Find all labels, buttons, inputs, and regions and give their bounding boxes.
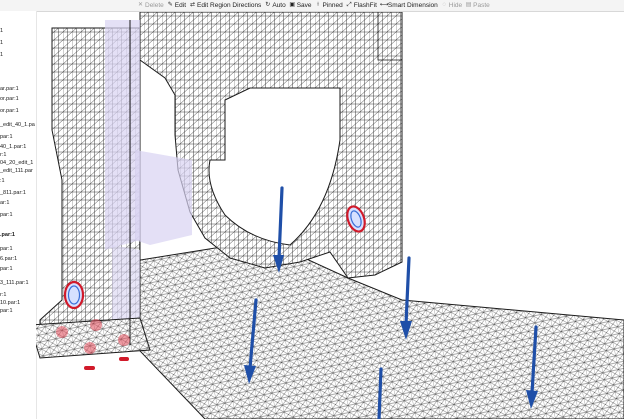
feature-tree-item[interactable]: .par:1 — [0, 232, 16, 239]
feature-tree-item[interactable]: r:1 — [0, 292, 8, 299]
feature-tree-item[interactable]: 1 — [0, 40, 5, 47]
toolbar-button-label: Paste — [473, 2, 490, 9]
back-wall-mesh — [139, 12, 403, 279]
feature-tree-item[interactable]: ar:1 — [0, 200, 11, 207]
delete-icon: ✕ — [137, 2, 144, 8]
feature-tree-item[interactable]: 1 — [0, 52, 5, 59]
feature-tree-item[interactable]: _edit_111.par — [0, 168, 34, 175]
pin-icon: ⍿ — [317, 2, 319, 8]
feature-tree-item[interactable]: par:1 — [0, 212, 14, 219]
edit-icon: ✎ — [167, 2, 173, 8]
feature-tree-item[interactable]: 40_1.par:1 — [0, 144, 28, 151]
toolbar-button-group: ✕ Delete ✎ Edit ⇄ Edit Region Directions ↻ Auto… — [137, 0, 493, 11]
toolbar-button-label: Save — [296, 2, 312, 9]
toolbar-button-label: Smart Dimension — [387, 2, 438, 9]
highlighted-rib — [135, 150, 192, 245]
feature-tree-item[interactable]: 04_20_edit_1 — [0, 160, 35, 167]
flashfit-icon: ⤢ — [346, 2, 352, 8]
graphics-viewport[interactable] — [36, 12, 624, 419]
delete-button[interactable]: ✕ Delete — [137, 1, 164, 11]
paste-icon: ▤ — [465, 2, 472, 8]
hide-icon: ◌ — [442, 2, 447, 8]
smart-dimension-button[interactable]: ⟷ Smart Dimension — [380, 1, 438, 11]
feature-tree-item[interactable]: or.par:1 — [0, 108, 20, 115]
feature-tree-item[interactable]: r:1 — [0, 152, 8, 159]
feature-tree-item[interactable]: par:1 — [0, 134, 14, 141]
fixed-constraint-hole-left[interactable] — [63, 280, 85, 310]
toolbar-button-label: FlashFit — [353, 2, 377, 9]
feature-tree-item[interactable]: _edit_40_1.pa — [0, 122, 36, 129]
command-toolbar: ✕ Delete ✎ Edit ⇄ Edit Region Directions ↻ Auto… — [0, 0, 624, 12]
save-button[interactable]: ▣ Save — [289, 1, 312, 11]
toolbar-button-label: Edit Region Directions — [197, 2, 262, 9]
feature-tree-item[interactable]: par:1 — [0, 308, 14, 315]
highlighted-face — [105, 20, 140, 250]
feature-tree-item[interactable]: par:1 — [0, 246, 14, 253]
flashfit-button[interactable]: ⤢ FlashFit — [346, 1, 377, 11]
toolbar-button-label: Pinned — [322, 2, 343, 9]
feature-tree-panel[interactable]: 1 1 1 ar.par:1 or.par:1 or.par:1 _edit_40_1.pa… — [0, 11, 37, 419]
feature-tree-item[interactable]: par:1 — [0, 266, 14, 273]
hide-button[interactable]: ◌ Hide — [441, 1, 462, 11]
toolbar-button-label: Auto — [272, 2, 286, 9]
feature-tree-item[interactable]: ar.par:1 — [0, 86, 20, 93]
feature-tree-item[interactable]: _811.par:1 — [0, 190, 27, 197]
smart-dimension-icon: ⟷ — [379, 2, 389, 8]
toolbar-button-label: Edit — [174, 2, 186, 9]
save-icon: ▣ — [289, 2, 296, 8]
feature-tree-item[interactable]: 1 — [0, 28, 5, 35]
toolbar-button-label: Hide — [448, 2, 463, 9]
auto-icon: ↻ — [265, 2, 271, 8]
edit-region-directions-button[interactable]: ⇄ Edit Region Directions — [189, 1, 261, 11]
paste-button[interactable]: ▤ Paste — [465, 1, 490, 11]
feature-tree-item[interactable]: :1 — [0, 178, 6, 185]
feature-tree-item[interactable]: 3_111.par:1 — [0, 280, 30, 287]
feature-tree-item[interactable]: 10.par:1 — [0, 300, 22, 307]
feature-tree-item[interactable]: or.par:1 — [0, 96, 20, 103]
feature-tree-item[interactable]: 6.par:1 — [0, 256, 19, 263]
toolbar-button-label: Delete — [145, 2, 164, 9]
edit-button[interactable]: ✎ Edit — [167, 1, 186, 11]
auto-button[interactable]: ↻ Auto — [264, 1, 285, 11]
pinned-button[interactable]: ⍿ Pinned — [315, 1, 343, 11]
load-arrow[interactable] — [377, 367, 383, 419]
mesh-model[interactable] — [36, 12, 624, 419]
region-directions-icon: ⇄ — [189, 2, 196, 8]
